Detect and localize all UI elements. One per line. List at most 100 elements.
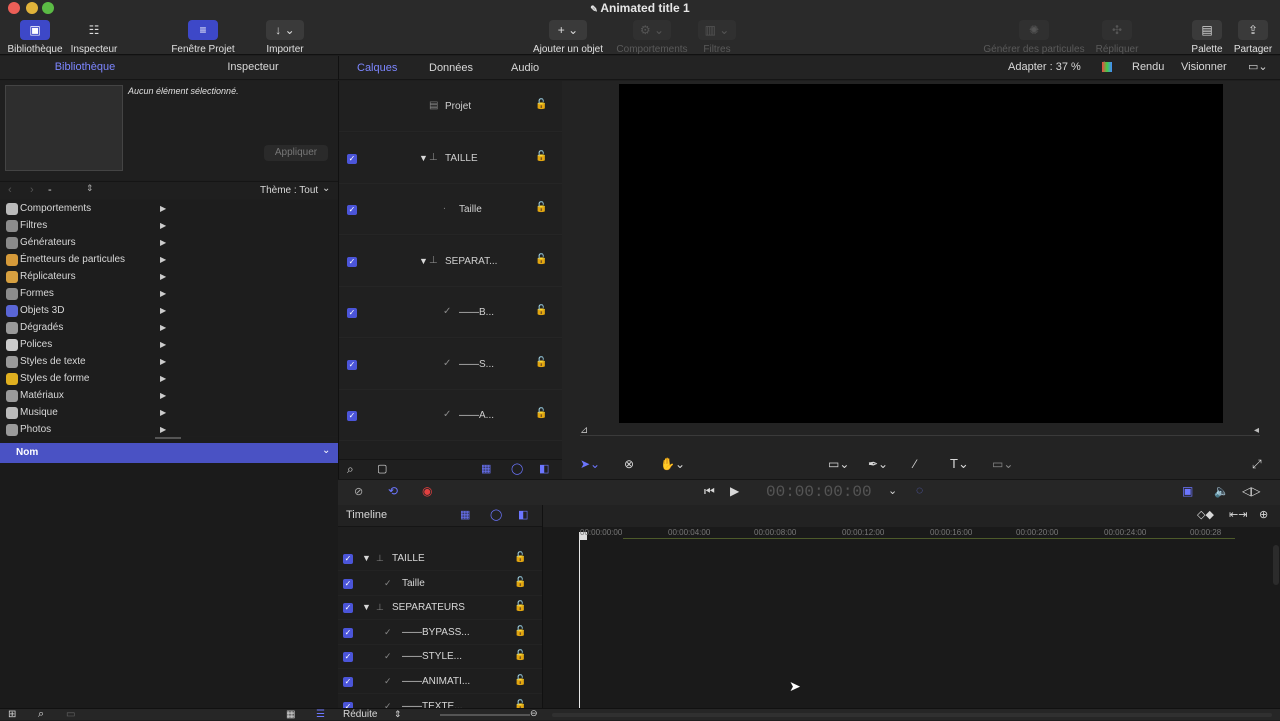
zoom-in-icon[interactable]: ⊕ xyxy=(1259,508,1268,521)
tab-audio[interactable]: Audio xyxy=(511,62,539,74)
disclosure-triangle-icon[interactable]: ▼ xyxy=(419,153,428,163)
lock-icon[interactable]: 🔓 xyxy=(535,357,547,368)
lock-icon[interactable]: 🔓 xyxy=(514,577,526,588)
library-item[interactable]: Réplicateurs ▶ xyxy=(0,268,338,285)
forward-icon[interactable]: › xyxy=(30,184,34,196)
disclosure-arrow-icon[interactable]: ▶ xyxy=(160,357,166,366)
layer-enable-checkbox[interactable]: ✓ xyxy=(347,308,357,318)
zoom-slider-icon[interactable]: ⇤⇥ xyxy=(1229,508,1247,521)
lock-icon[interactable]: 🔓 xyxy=(514,626,526,637)
palette-button[interactable]: ▤ Palette xyxy=(1186,20,1228,55)
tab-library[interactable]: Bibliothèque xyxy=(30,61,140,73)
grid-icon[interactable]: ▦ xyxy=(481,462,491,475)
layer-enable-checkbox[interactable]: ✓ xyxy=(347,205,357,215)
project-window-button[interactable]: ≡ Fenêtre Projet xyxy=(166,20,240,55)
disclosure-arrow-icon[interactable]: ▶ xyxy=(160,204,166,213)
lock-icon[interactable]: 🔓 xyxy=(535,151,547,162)
library-item[interactable]: Objets 3D ▶ xyxy=(0,302,338,319)
stack-icon[interactable]: ◧ xyxy=(539,462,549,475)
library-item[interactable]: Polices ▶ xyxy=(0,336,338,353)
layer-row[interactable]: ✓ ∙ Taille 🔓 xyxy=(339,184,563,235)
lock-icon[interactable]: 🔓 xyxy=(535,202,547,213)
fullscreen-icon[interactable]: ⤢ xyxy=(1252,457,1262,472)
particles-button[interactable]: ✺ Générer des particules xyxy=(980,20,1088,55)
vertical-scrollbar[interactable] xyxy=(1273,545,1279,585)
mask-tool-icon[interactable]: ▭⌄ xyxy=(992,457,1013,471)
layer-row[interactable]: ✓ ▼ ⊥ SEPARAT... 🔓 xyxy=(339,235,563,287)
horizontal-scrollbar[interactable] xyxy=(552,713,1272,717)
timeline-enable-checkbox[interactable]: ✓ xyxy=(343,578,353,589)
playhead-start-icon[interactable]: ⊿ xyxy=(580,425,588,436)
bottom-zoom-icon[interactable]: ⊖ xyxy=(530,708,538,719)
collapse-menu[interactable]: Réduite xyxy=(343,709,377,720)
lock-icon[interactable]: 🔓 xyxy=(514,700,526,708)
list-header[interactable]: Nom ⌄ xyxy=(0,443,338,463)
disclosure-arrow-icon[interactable]: ▶ xyxy=(160,238,166,247)
lock-icon[interactable]: 🔓 xyxy=(535,305,547,316)
apply-button[interactable]: Appliquer xyxy=(264,145,328,161)
timeline-enable-checkbox[interactable]: ✓ xyxy=(343,554,353,564)
skip-start-icon[interactable]: ⏮ xyxy=(704,484,715,499)
add-object-button[interactable]: + ⌄ Ajouter un objet xyxy=(528,20,608,55)
lock-icon[interactable]: 🔓 xyxy=(514,675,526,686)
lock-icon[interactable]: 🔓 xyxy=(535,254,547,265)
mute-icon[interactable]: ⊘ xyxy=(354,485,363,498)
layer-row[interactable]: ✓ ✓ ——A... 🔓 xyxy=(339,390,563,441)
inspector-button[interactable]: ☷ Inspecteur xyxy=(66,20,122,55)
playhead[interactable] xyxy=(579,537,580,708)
layer-row[interactable]: ✓ ✓ ——B... 🔓 xyxy=(339,287,563,338)
canvas-viewport[interactable] xyxy=(619,84,1223,423)
share-button[interactable]: ⇪ Partager xyxy=(1230,20,1276,55)
timeline-toggle-icon[interactable]: ▣ xyxy=(1182,484,1193,498)
path-menu[interactable]: - xyxy=(48,184,52,196)
library-item[interactable]: Dégradés ▶ xyxy=(0,319,338,336)
preview-toggle-icon[interactable]: ▭ xyxy=(66,709,75,720)
disclosure-arrow-icon[interactable]: ▶ xyxy=(160,255,166,264)
timeline-row[interactable]: ✓ ✓ ——TEXTE... 🔓 xyxy=(338,695,542,708)
audio-timeline-icon[interactable]: ◁▷ xyxy=(1242,484,1260,498)
disclosure-arrow-icon[interactable]: ▶ xyxy=(160,340,166,349)
fit-zoom-menu[interactable]: Adapter : 37 % xyxy=(1008,61,1081,73)
disclosure-arrow-icon[interactable]: ▶ xyxy=(160,391,166,400)
layer-enable-checkbox[interactable]: ✓ xyxy=(347,153,357,164)
theme-menu[interactable]: Thème : Tout xyxy=(260,185,318,196)
filters-button[interactable]: ▥ ⌄ Filtres xyxy=(694,20,740,55)
mask-icon[interactable]: ◯ xyxy=(511,462,523,475)
timeline-row[interactable]: ✓ ✓ ——ANIMATI... 🔓 xyxy=(338,670,542,694)
rectangle-icon[interactable]: ▭⌄ xyxy=(828,457,849,471)
timeline-row[interactable]: ✓ ▼ ⊥ SEPARATEURS 🔓 xyxy=(338,596,542,621)
sync-icon[interactable]: ◌ xyxy=(916,483,923,497)
layout-icon[interactable]: ▭⌄ xyxy=(1248,60,1268,73)
keyframe-icon[interactable]: ◇◆ xyxy=(1197,508,1214,521)
lock-icon[interactable]: 🔓 xyxy=(535,99,547,110)
disclosure-arrow-icon[interactable]: ▶ xyxy=(160,323,166,332)
tab-data[interactable]: Données xyxy=(429,62,473,74)
library-item[interactable]: Générateurs ▶ xyxy=(0,234,338,251)
disclosure-triangle-icon[interactable]: ▼ xyxy=(362,602,371,612)
timeline-stack-icon[interactable]: ◧ xyxy=(518,508,528,521)
disclosure-triangle-icon[interactable]: ▼ xyxy=(419,256,428,266)
timeline-enable-checkbox[interactable]: ✓ xyxy=(343,603,353,614)
loop-icon[interactable]: ⟲ xyxy=(388,484,398,498)
text-tool-icon[interactable]: T⌄ xyxy=(950,456,969,472)
lock-icon[interactable]: 🔓 xyxy=(514,650,526,661)
disclosure-arrow-icon[interactable]: ▶ xyxy=(160,306,166,315)
library-item[interactable]: Matériaux ▶ xyxy=(0,387,338,404)
paint-stroke-icon[interactable]: ⁄ xyxy=(914,457,916,471)
lock-icon[interactable]: 🔓 xyxy=(514,552,526,563)
play-icon[interactable]: ▶ xyxy=(730,484,739,498)
lock-icon[interactable]: 🔓 xyxy=(535,408,547,419)
layer-row[interactable]: ▤ Projet 🔓 xyxy=(339,81,563,132)
timeline-row[interactable]: ✓ ✓ Taille 🔓 xyxy=(338,572,542,596)
timeline-row[interactable]: ✓ ▼ ⊥ TAILLE 🔓 xyxy=(338,547,542,571)
view-menu[interactable]: Visionner xyxy=(1181,61,1227,73)
timeline-enable-checkbox[interactable]: ✓ xyxy=(343,652,353,663)
disclosure-arrow-icon[interactable]: ▶ xyxy=(160,408,166,417)
render-menu[interactable]: Rendu xyxy=(1132,61,1164,73)
layer-enable-checkbox[interactable]: ✓ xyxy=(347,359,357,370)
replicate-button[interactable]: ✣ Répliquer xyxy=(1092,20,1142,55)
volume-icon[interactable]: 🔈 xyxy=(1214,484,1229,498)
import-button[interactable]: ↓ ⌄ Importer xyxy=(256,20,314,55)
timecode-chevron-icon[interactable]: ⌄ xyxy=(888,484,897,497)
timeline-row[interactable]: ✓ ✓ ——STYLE... 🔓 xyxy=(338,645,542,670)
